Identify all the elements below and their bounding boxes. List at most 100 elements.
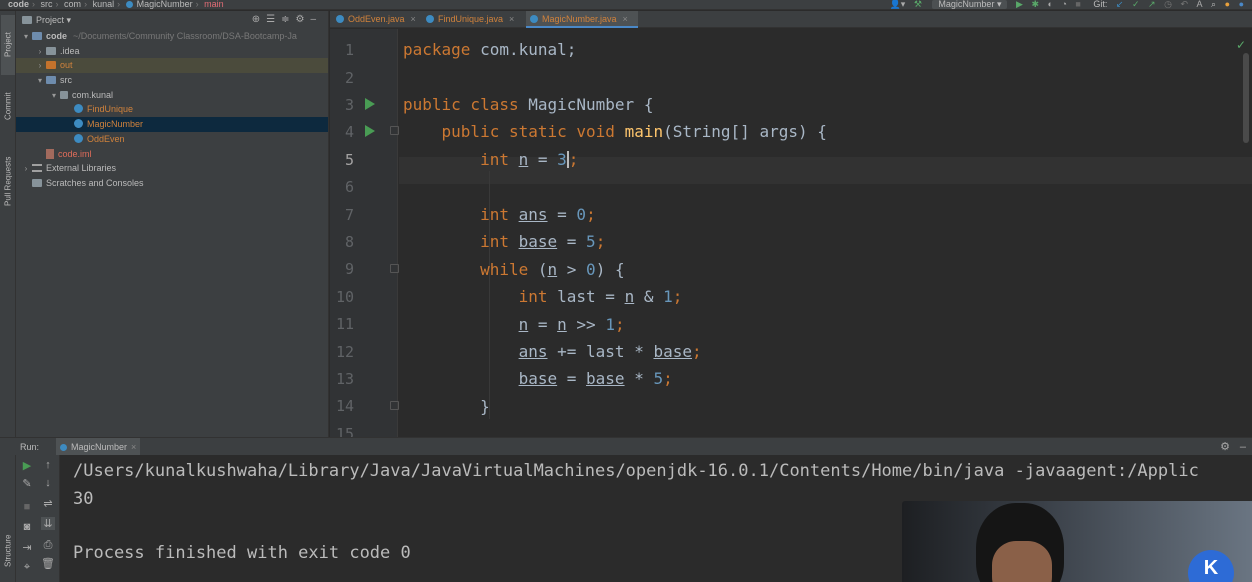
class-icon	[74, 133, 83, 143]
breadcrumb-item-method[interactable]: main	[204, 0, 224, 9]
code-line-12[interactable]: ans += last * base;	[403, 342, 702, 362]
font-icon[interactable]: A	[1197, 0, 1203, 9]
fold-icon[interactable]	[390, 126, 399, 135]
project-tool-tab[interactable]: Project	[1, 15, 15, 75]
down-arrow-icon[interactable]: ↓	[41, 477, 55, 489]
tree-item-external-libraries[interactable]: › External Libraries	[16, 161, 328, 176]
run-panel-label: Run:	[20, 442, 40, 452]
fold-icon[interactable]	[390, 264, 399, 273]
tree-item-src[interactable]: ▾ src	[16, 73, 328, 88]
breadcrumb-item-com[interactable]: com	[64, 0, 81, 9]
tree-item-code[interactable]: ▾ code ~/Documents/Community Classroom/DSA…	[16, 29, 328, 44]
up-arrow-icon[interactable]: ↑	[41, 459, 55, 471]
git-push-icon[interactable]: ↗	[1148, 0, 1156, 9]
wrench-icon[interactable]: ✎	[20, 477, 34, 490]
project-panel-title[interactable]: Project	[36, 15, 64, 25]
structure-tool-tab[interactable]: Structure	[1, 523, 15, 579]
target-icon[interactable]: ⊕	[252, 14, 266, 25]
pull-requests-tool-tab[interactable]: Pull Requests	[1, 141, 15, 221]
tab-findunique[interactable]: FindUnique.java ×	[422, 11, 526, 28]
chevron-down-icon[interactable]: ▾	[20, 30, 32, 45]
code-line-14[interactable]: }	[403, 397, 490, 417]
code-line-11[interactable]: n = n >> 1;	[403, 315, 625, 335]
git-commit-icon[interactable]: ✓	[1132, 0, 1140, 9]
tab-oddeven[interactable]: OddEven.java ×	[332, 11, 422, 28]
tree-item-package[interactable]: ▾ com.kunal	[16, 88, 328, 103]
profiler-icon[interactable]: ◔	[1061, 0, 1066, 9]
collapse-icon[interactable]: ≑	[281, 14, 295, 25]
gear-icon[interactable]: ⚙	[295, 14, 310, 25]
update-icon[interactable]: ●	[1225, 0, 1230, 9]
chevron-down-icon[interactable]: ▾	[48, 89, 60, 104]
rerun-icon[interactable]: ▶	[20, 459, 34, 472]
tree-item-idea[interactable]: › .idea	[16, 44, 328, 59]
chevron-right-icon[interactable]: ›	[34, 59, 46, 74]
line-number: 13	[335, 370, 354, 388]
debug-icon[interactable]: ✱	[1031, 0, 1039, 9]
commit-tool-tab[interactable]: Commit	[1, 81, 15, 131]
minimize-icon[interactable]: –	[1240, 438, 1246, 456]
close-icon[interactable]: ×	[411, 14, 416, 24]
trash-icon[interactable]: 🗑	[41, 557, 55, 570]
fold-icon[interactable]	[390, 401, 399, 410]
close-icon[interactable]: ×	[623, 14, 628, 24]
rollback-icon[interactable]: ↶	[1180, 0, 1188, 9]
chevron-right-icon[interactable]: ›	[20, 162, 32, 177]
exit-icon[interactable]: ⇥	[20, 541, 34, 554]
code-line-3[interactable]: public class MagicNumber {	[403, 95, 653, 115]
code-line-7[interactable]: int ans = 0;	[403, 205, 596, 225]
editor-scrollbar[interactable]	[1243, 53, 1249, 143]
tree-item-code-iml[interactable]: code.iml	[16, 147, 328, 162]
soft-wrap-icon[interactable]: ⇌	[41, 497, 55, 510]
tree-item-scratches[interactable]: Scratches and Consoles	[16, 176, 328, 191]
breadcrumb-item-src[interactable]: src	[41, 0, 53, 9]
code-line-5[interactable]: int n = 3;	[403, 150, 578, 170]
stop-icon[interactable]: ■	[20, 501, 34, 513]
breadcrumb-item-kunal[interactable]: kunal	[93, 0, 115, 9]
run-class-icon[interactable]	[365, 98, 375, 110]
minimize-icon[interactable]: –	[310, 14, 322, 25]
search-icon[interactable]: ⌕	[1211, 0, 1216, 9]
coverage-icon[interactable]: ◐	[1048, 0, 1053, 9]
camera-icon[interactable]: ◙	[20, 521, 34, 533]
code-line-1[interactable]: package com.kunal;	[403, 40, 576, 60]
chevron-down-icon[interactable]: ▾	[67, 15, 72, 25]
class-icon	[74, 104, 83, 114]
git-update-icon[interactable]: ↙	[1116, 0, 1124, 9]
tree-item-oddeven[interactable]: OddEven	[16, 132, 328, 147]
expand-all-icon[interactable]: ☰	[266, 14, 281, 25]
tree-item-magicnumber[interactable]: MagicNumber	[16, 117, 328, 132]
tree-item-findunique[interactable]: FindUnique	[16, 102, 328, 117]
inspection-ok-icon[interactable]: ✓	[1236, 38, 1246, 52]
breadcrumb-item-code[interactable]: code	[8, 0, 29, 9]
run-main-icon[interactable]	[365, 125, 375, 137]
chevron-right-icon[interactable]: ›	[34, 45, 46, 60]
build-hammer-icon[interactable]: ⚒	[914, 0, 922, 9]
chevron-down-icon[interactable]: ▾	[34, 74, 46, 89]
scroll-to-end-icon[interactable]: ⇊	[41, 517, 55, 530]
excluded-folder-icon	[46, 61, 56, 70]
code-line-4[interactable]: public static void main(String[] args) {	[403, 122, 827, 142]
stop-icon[interactable]: ■	[1075, 0, 1080, 9]
class-icon	[74, 119, 83, 129]
tree-item-out[interactable]: › out	[16, 58, 328, 74]
jetbrains-logo-icon[interactable]: ●	[1239, 0, 1244, 9]
run-icon[interactable]: ▶	[1016, 0, 1023, 9]
user-icon[interactable]: 👤▾	[890, 0, 906, 9]
print-icon[interactable]: ⎙	[41, 539, 55, 552]
breadcrumb-item-class[interactable]: MagicNumber	[137, 0, 193, 9]
history-icon[interactable]: ◷	[1164, 0, 1172, 9]
gear-icon[interactable]: ⚙	[1220, 438, 1230, 456]
main-toolbar: 👤▾ ⚒ MagicNumber ▾ ▶ ✱ ◐ ◔ ■ Git: ↙ ✓ ↗ …	[884, 0, 1244, 9]
tab-magicnumber[interactable]: MagicNumber.java ×	[526, 11, 638, 28]
close-icon[interactable]: ×	[131, 442, 136, 452]
line-number: 10	[335, 288, 354, 306]
pin-icon[interactable]: ⌖	[20, 561, 34, 574]
run-tab-magicnumber[interactable]: MagicNumber ×	[56, 438, 141, 456]
code-line-8[interactable]: int base = 5;	[403, 232, 605, 252]
code-line-13[interactable]: base = base * 5;	[403, 369, 673, 389]
run-configuration-select[interactable]: MagicNumber ▾	[932, 0, 1008, 9]
code-line-9[interactable]: while (n > 0) {	[403, 260, 625, 280]
close-icon[interactable]: ×	[509, 14, 514, 24]
code-line-10[interactable]: int last = n & 1;	[403, 287, 683, 307]
